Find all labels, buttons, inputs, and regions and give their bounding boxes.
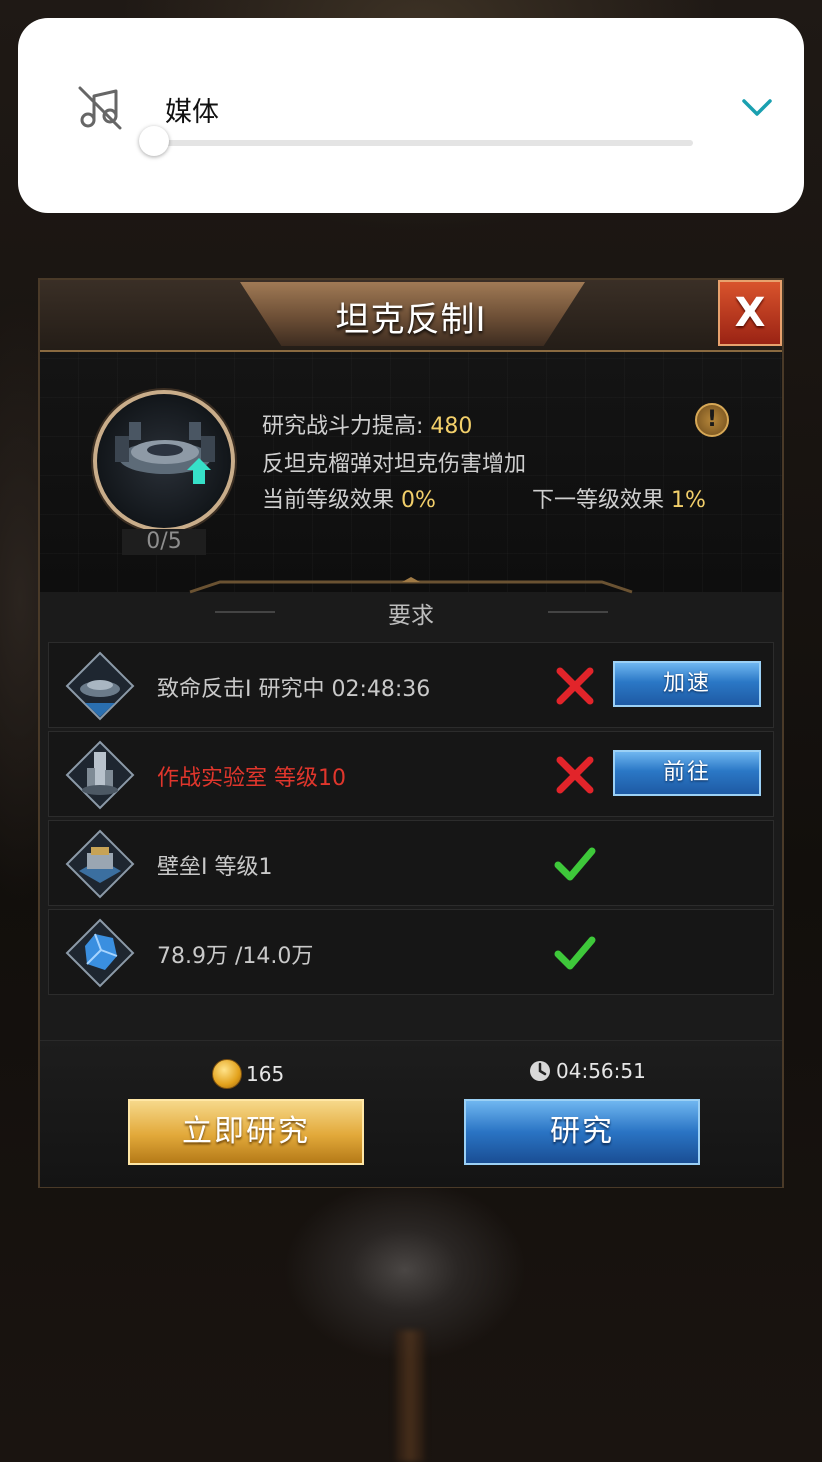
- section-divider: [189, 577, 633, 594]
- requirement-row: 作战实验室 等级10 前往: [48, 731, 774, 817]
- current-effect: 当前等级效果 0%: [262, 482, 436, 514]
- lab-building-icon: [65, 740, 135, 810]
- gold-cost: 165: [212, 1059, 284, 1089]
- requirement-text: 78.9万 /14.0万: [157, 944, 314, 969]
- volume-label: 媒体: [165, 97, 219, 128]
- cross-icon: [556, 756, 594, 794]
- fortress-building-icon: [65, 829, 135, 899]
- cross-icon: [556, 667, 594, 705]
- next-effect-label: 下一等级效果: [532, 488, 665, 513]
- requirement-row: 78.9万 /14.0万: [48, 909, 774, 995]
- requirement-text: 致命反击I 研究中 02:48:36: [157, 677, 431, 702]
- gold-coin-icon: [212, 1059, 242, 1089]
- current-effect-value: 0%: [401, 488, 436, 513]
- time-cost: 04:56:51: [528, 1059, 646, 1083]
- go-to-button[interactable]: 前往: [613, 750, 761, 796]
- current-effect-label: 当前等级效果: [262, 488, 395, 513]
- power-label: 研究战斗力提高:: [262, 414, 424, 439]
- research-dialog: 坦克反制I X 0/5 研究战斗力提高: 480 反坦克榴弹对坦克伤害增加 当前…: [38, 278, 784, 1188]
- dialog-footer: 165 04:56:51 立即研究 研究: [40, 1040, 782, 1187]
- volume-slider-thumb[interactable]: [139, 126, 169, 156]
- next-effect-value: 1%: [671, 488, 706, 513]
- volume-panel: 媒体: [18, 18, 804, 213]
- tech-portrait: [93, 390, 235, 532]
- requirements-title: 要求: [388, 603, 434, 629]
- info-icon[interactable]: !: [695, 403, 729, 437]
- crystal-resource-icon: [65, 918, 135, 988]
- requirement-row: 壁垒I 等级1: [48, 820, 774, 906]
- tech-icon: [65, 651, 135, 721]
- volume-slider-track[interactable]: [165, 140, 693, 146]
- close-icon: X: [734, 290, 766, 336]
- requirement-text: 壁垒I 等级1: [157, 855, 273, 880]
- time-cost-value: 04:56:51: [556, 1059, 646, 1083]
- tank-defense-icon: [115, 422, 215, 484]
- requirement-row: 致命反击I 研究中 02:48:36 加速: [48, 642, 774, 728]
- power-line: 研究战斗力提高: 480: [262, 408, 472, 440]
- background-object: [395, 1330, 425, 1462]
- power-value: 480: [430, 414, 473, 439]
- clock-icon: [530, 1061, 550, 1081]
- next-effect: 下一等级效果 1%: [532, 482, 706, 514]
- tech-info: 0/5 研究战斗力提高: 480 反坦克榴弹对坦克伤害增加 当前等级效果 0% …: [40, 352, 782, 592]
- requirement-text: 作战实验室 等级10: [157, 766, 346, 791]
- check-icon: [554, 847, 596, 881]
- close-button[interactable]: X: [718, 280, 782, 346]
- chevron-down-icon[interactable]: [738, 92, 776, 122]
- tech-level-count: 0/5: [122, 529, 206, 555]
- gold-cost-value: 165: [246, 1062, 285, 1086]
- speed-up-button[interactable]: 加速: [613, 661, 761, 707]
- research-button[interactable]: 研究: [464, 1099, 700, 1165]
- check-icon: [554, 936, 596, 970]
- title-bar: 坦克反制I X: [40, 280, 782, 352]
- music-off-icon[interactable]: [76, 84, 124, 132]
- tech-description: 反坦克榴弹对坦克伤害增加: [262, 452, 527, 477]
- instant-research-button[interactable]: 立即研究: [128, 1099, 364, 1165]
- dialog-title: 坦克反制I: [335, 300, 487, 340]
